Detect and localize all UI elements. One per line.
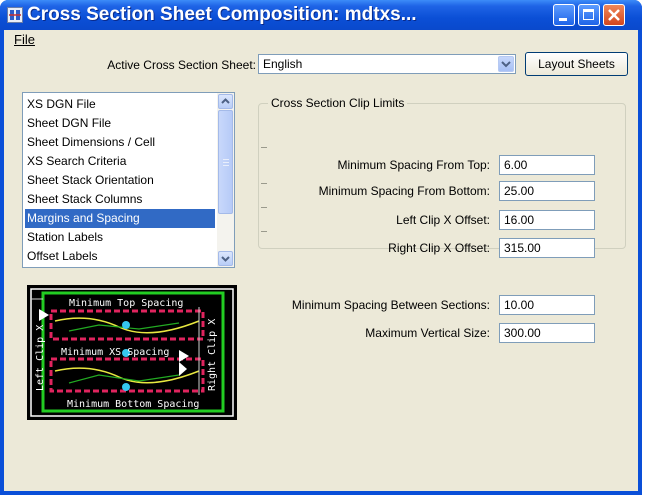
scroll-down-button[interactable] bbox=[218, 251, 233, 266]
list-item[interactable]: Sheet DGN File bbox=[25, 114, 215, 133]
list-item[interactable]: Station Labels bbox=[25, 228, 215, 247]
right-clip-input[interactable]: 315.00 bbox=[499, 238, 595, 258]
close-button[interactable] bbox=[603, 4, 625, 26]
list-item[interactable]: Sheet Stack Orientation bbox=[25, 171, 215, 190]
list-item[interactable]: Sheet Stack Columns bbox=[25, 190, 215, 209]
tick-mark bbox=[261, 207, 267, 208]
preview-right-label: Right Clip X bbox=[207, 319, 218, 391]
tick-mark bbox=[261, 183, 267, 184]
menu-bar: File bbox=[4, 30, 638, 50]
max-vertical-label: Maximum Vertical Size: bbox=[365, 326, 490, 340]
active-sheet-select[interactable]: English bbox=[258, 54, 516, 74]
left-clip-input[interactable]: 16.00 bbox=[499, 210, 595, 230]
maximize-button[interactable] bbox=[578, 4, 600, 26]
list-scrollbar[interactable] bbox=[217, 93, 234, 267]
max-vertical-input[interactable]: 300.00 bbox=[499, 323, 595, 343]
minimize-icon bbox=[559, 18, 567, 21]
list-item[interactable]: Sheet Dimensions / Cell bbox=[25, 133, 215, 152]
tick-mark bbox=[261, 231, 267, 232]
layout-sheets-button[interactable]: Layout Sheets bbox=[525, 52, 628, 76]
min-between-label: Minimum Spacing Between Sections: bbox=[291, 298, 490, 312]
list-item[interactable]: XS DGN File bbox=[25, 95, 215, 114]
clip-limits-title: Cross Section Clip Limits bbox=[268, 96, 408, 110]
active-sheet-value: English bbox=[263, 57, 303, 71]
min-bottom-input[interactable]: 25.00 bbox=[499, 181, 595, 201]
preview-top-label: Minimum Top Spacing bbox=[69, 298, 183, 309]
scroll-thumb[interactable] bbox=[218, 110, 233, 214]
minimize-button[interactable] bbox=[553, 4, 575, 26]
preview-middle-label: Minimum XS Spacing bbox=[61, 347, 169, 358]
active-sheet-label: Active Cross Section Sheet: bbox=[107, 58, 256, 72]
title-bar[interactable]: Cross Section Sheet Composition: mdtxs..… bbox=[0, 0, 642, 30]
chevron-down-icon[interactable] bbox=[498, 56, 514, 72]
preview-bottom-label: Minimum Bottom Spacing bbox=[67, 399, 199, 410]
min-between-input[interactable]: 10.00 bbox=[499, 295, 595, 315]
tick-mark bbox=[261, 147, 267, 148]
left-clip-label: Left Clip X Offset: bbox=[396, 213, 490, 227]
layout-preview: Minimum Top Spacing Minimum XS Spacing M… bbox=[27, 285, 237, 420]
scroll-up-button[interactable] bbox=[218, 94, 233, 109]
min-bottom-label: Minimum Spacing From Bottom: bbox=[318, 184, 490, 198]
settings-list[interactable]: XS DGN File Sheet DGN File Sheet Dimension… bbox=[22, 92, 235, 268]
app-icon bbox=[7, 7, 23, 23]
menu-file[interactable]: File bbox=[14, 32, 35, 47]
dialog-window: Cross Section Sheet Composition: mdtxs..… bbox=[0, 0, 642, 495]
preview-left-label: Left Clip X bbox=[35, 325, 46, 391]
list-item[interactable]: Margins and Spacing bbox=[25, 209, 215, 228]
window-title: Cross Section Sheet Composition: mdtxs..… bbox=[27, 4, 417, 25]
list-item[interactable]: XS Search Criteria bbox=[25, 152, 215, 171]
min-top-label: Minimum Spacing From Top: bbox=[337, 158, 491, 172]
maximize-icon bbox=[583, 9, 594, 20]
close-icon bbox=[608, 9, 620, 21]
min-top-input[interactable]: 6.00 bbox=[499, 155, 595, 175]
list-item[interactable]: Offset Labels bbox=[25, 247, 215, 266]
dialog-client: File Active Cross Section Sheet: English… bbox=[4, 30, 638, 491]
right-clip-label: Right Clip X Offset: bbox=[388, 241, 490, 255]
